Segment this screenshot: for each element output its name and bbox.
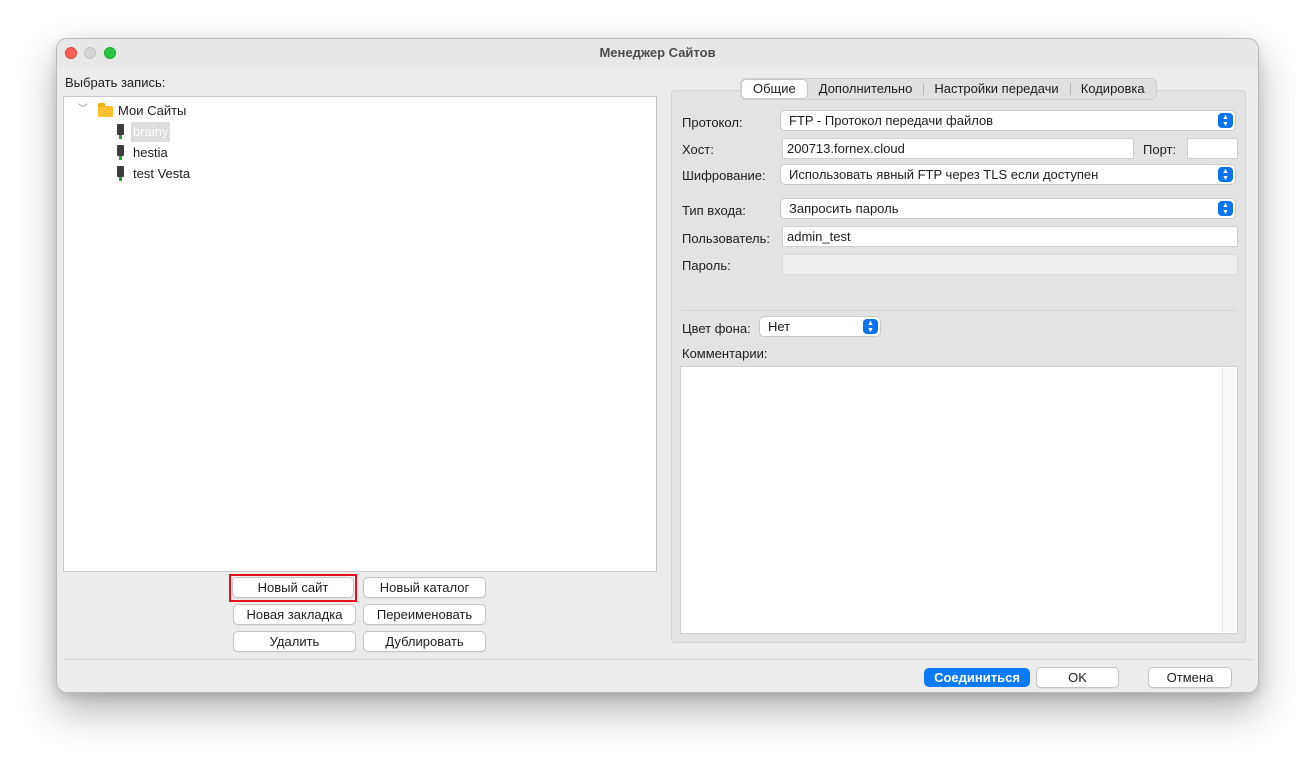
protocol-value: FTP - Протокол передачи файлов — [789, 113, 994, 128]
tree-item-label: test Vesta — [133, 166, 191, 181]
user-input[interactable]: admin_test — [782, 226, 1238, 247]
select-stepper-icon: ▲ ▼ — [1218, 113, 1233, 128]
server-icon — [117, 166, 124, 182]
encryption-select[interactable]: Использовать явный FTP через TLS если до… — [780, 164, 1236, 185]
password-label: Пароль: — [682, 258, 731, 273]
password-input — [782, 254, 1238, 275]
tab-advanced[interactable]: Дополнительно — [808, 79, 924, 99]
bg-color-label: Цвет фона: — [682, 321, 751, 336]
tree-item-label: hestia — [133, 145, 168, 160]
select-entry-label: Выбрать запись: — [65, 75, 166, 90]
chevron-down-icon[interactable]: ﹀ — [78, 100, 88, 120]
connect-button[interactable]: Соединиться — [924, 668, 1030, 687]
encryption-label: Шифрование: — [682, 168, 766, 183]
host-label: Хост: — [682, 142, 714, 157]
bg-color-value: Нет — [768, 319, 791, 334]
comments-label: Комментарии: — [682, 346, 768, 361]
comments-textarea[interactable] — [680, 366, 1238, 634]
tree-folder-row[interactable]: ﹀ Мои Сайты — [64, 101, 656, 121]
logon-type-value: Запросить пароль — [789, 201, 899, 216]
bg-color-select[interactable]: Нет ▲ ▼ — [759, 316, 881, 337]
encryption-value: Использовать явный FTP через TLS если до… — [789, 167, 1099, 182]
tab-transfer-settings[interactable]: Настройки передачи — [923, 79, 1069, 99]
comments-scrollbar[interactable] — [1222, 367, 1237, 633]
protocol-label: Протокол: — [682, 115, 743, 130]
tree-folder-label: Мои Сайты — [118, 103, 187, 118]
server-icon — [117, 145, 124, 161]
tree-item-brainy[interactable]: brainy — [64, 122, 656, 142]
select-stepper-icon: ▲ ▼ — [863, 319, 878, 334]
title-bar: Менеджер Сайтов — [57, 39, 1258, 67]
select-stepper-icon: ▲ ▼ — [1218, 167, 1233, 182]
protocol-select[interactable]: FTP - Протокол передачи файлов ▲ ▼ — [780, 110, 1236, 131]
tab-charset[interactable]: Кодировка — [1069, 79, 1156, 99]
duplicate-button[interactable]: Дублировать — [363, 631, 486, 652]
new-folder-button[interactable]: Новый каталог — [363, 577, 486, 598]
port-label: Порт: — [1143, 142, 1177, 157]
new-site-highlight-frame — [229, 574, 357, 602]
host-input[interactable]: 200713.fornex.cloud — [782, 138, 1134, 159]
cancel-button[interactable]: Отмена — [1148, 667, 1232, 688]
tree-item-test-vesta[interactable]: test Vesta — [64, 164, 656, 184]
tree-item-hestia[interactable]: hestia — [64, 143, 656, 163]
logon-type-select[interactable]: Запросить пароль ▲ ▼ — [780, 198, 1236, 219]
rename-button[interactable]: Переименовать — [363, 604, 486, 625]
user-label: Пользователь: — [682, 231, 770, 246]
delete-button[interactable]: Удалить — [233, 631, 356, 652]
tree-item-label: brainy — [131, 122, 171, 142]
window-title: Менеджер Сайтов — [599, 45, 716, 60]
footer-divider — [63, 659, 1252, 660]
folder-icon — [98, 103, 113, 117]
divider — [682, 310, 1237, 311]
logon-type-label: Тип входа: — [682, 203, 746, 218]
tab-general[interactable]: Общие — [741, 79, 808, 99]
ok-button[interactable]: OK — [1036, 667, 1119, 688]
site-tree[interactable]: ﹀ Мои Сайты brainy hestia test Vesta — [63, 96, 657, 572]
site-manager-window: Менеджер Сайтов Выбрать запись: ﹀ Мои Са… — [56, 38, 1259, 693]
port-input[interactable] — [1187, 138, 1238, 159]
new-bookmark-button[interactable]: Новая закладка — [233, 604, 356, 625]
tab-bar: Общие Дополнительно Настройки передачи К… — [740, 78, 1157, 100]
server-icon — [117, 124, 124, 140]
select-stepper-icon: ▲ ▼ — [1218, 201, 1233, 216]
